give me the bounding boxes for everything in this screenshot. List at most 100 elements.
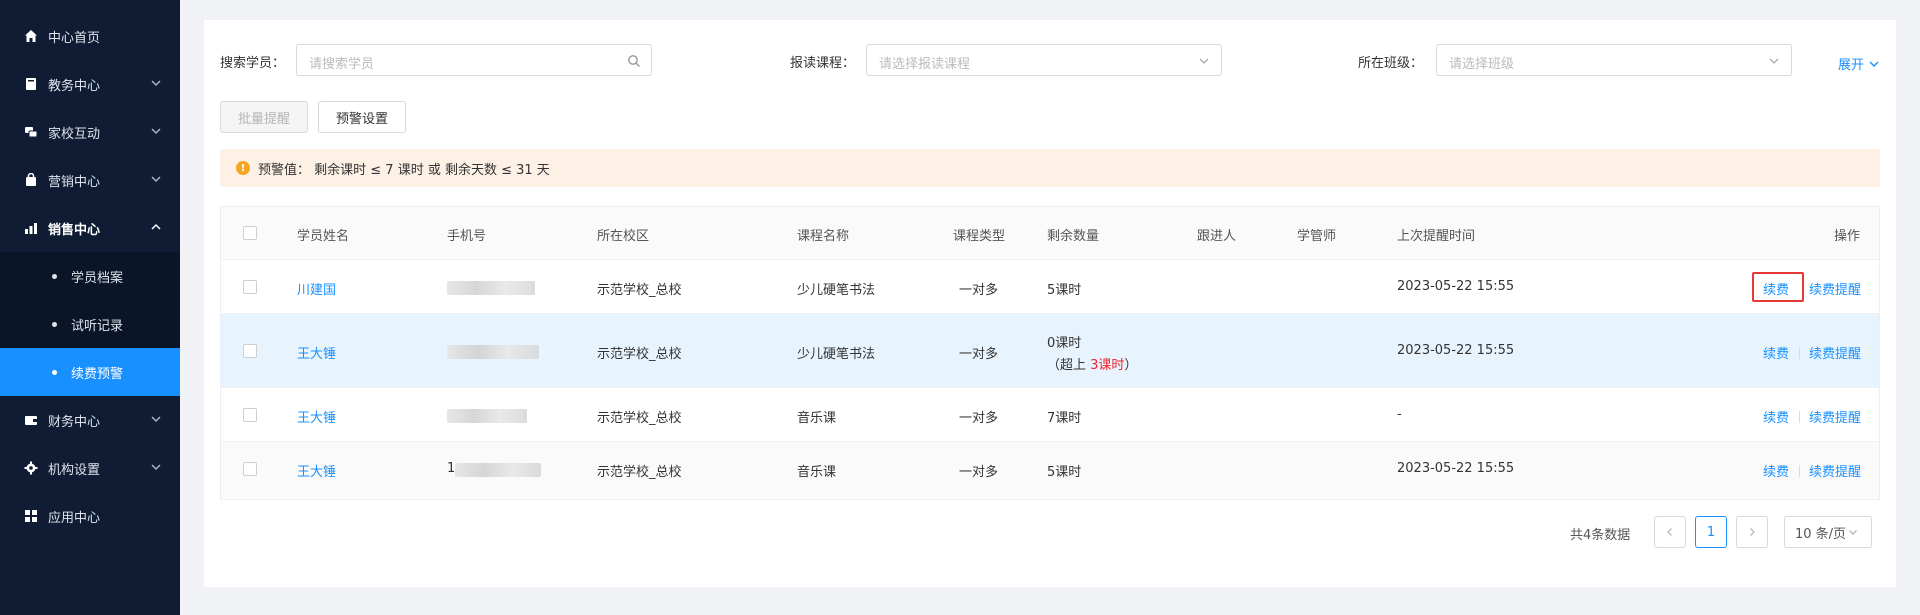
sidebar-item-home[interactable]: 中心首页: [0, 12, 180, 60]
class-select-placeholder: 请选择班级: [1449, 57, 1515, 72]
sidebar-subitem-label: 续费预警: [71, 366, 124, 382]
chevron-right-icon: [1750, 528, 1755, 536]
home-icon: [24, 29, 38, 43]
shopping-bag-icon: [24, 173, 38, 187]
course-select[interactable]: 请选择报读课程: [866, 44, 1222, 76]
campus-value: 示范学校_总校: [597, 465, 682, 480]
header-type: 课程类型: [953, 229, 1006, 244]
main-panel: 搜索学员： 请搜索学员 报读课程： 请选择报读课程 所在班级： 请选择班级 展开…: [204, 20, 1896, 587]
header-remaining: 剩余数量: [1047, 229, 1100, 244]
wallet-icon: [24, 413, 38, 427]
student-search-placeholder: 请搜索学员: [309, 57, 375, 72]
sidebar-item-org-settings[interactable]: 机构设置: [0, 444, 180, 492]
sidebar-item-home-school[interactable]: 家校互动: [0, 108, 180, 156]
gear-icon: [24, 461, 38, 475]
row-checkbox[interactable]: [243, 344, 257, 358]
sidebar-item-label: 中心首页: [48, 30, 101, 46]
sidebar-subitem-trial-records[interactable]: 试听记录: [0, 300, 180, 348]
course-select-placeholder: 请选择报读课程: [879, 57, 971, 72]
expand-filters-button[interactable]: 展开: [1838, 54, 1880, 73]
renew-link[interactable]: 续费: [1763, 407, 1789, 426]
student-search-input[interactable]: 请搜索学员: [296, 44, 652, 76]
course-label: 报读课程：: [790, 56, 856, 71]
chevron-down-icon: [1199, 58, 1209, 64]
sidebar-subitem-student-files[interactable]: 学员档案: [0, 252, 180, 300]
chevron-down-icon: [1849, 530, 1857, 535]
page-1-button[interactable]: 1: [1695, 516, 1727, 548]
next-page-button[interactable]: [1736, 516, 1768, 548]
page-size-select[interactable]: 10 条/页: [1784, 516, 1872, 548]
chevron-down-icon: [1869, 61, 1879, 67]
prev-page-button[interactable]: [1654, 516, 1686, 548]
chevron-down-icon: [151, 464, 161, 471]
renew-remind-link[interactable]: 续费提醒: [1809, 343, 1861, 362]
bullet-icon: [52, 321, 57, 327]
chevron-down-icon: [151, 80, 161, 87]
blurred-phone: [447, 281, 535, 295]
sidebar-item-label: 营销中心: [48, 174, 101, 190]
chevron-down-icon: [151, 416, 161, 423]
campus-value: 示范学校_总校: [597, 347, 682, 362]
sidebar-item-apps[interactable]: 应用中心: [0, 492, 180, 540]
warning-icon: !: [236, 161, 250, 175]
student-name-link[interactable]: 川建国: [297, 279, 336, 298]
last-remind-value: 2023-05-22 15:55: [1397, 461, 1515, 476]
table-header: 学员姓名 手机号 所在校区 课程名称 课程类型 剩余数量 跟进人 学管师 上次提…: [221, 207, 1879, 259]
divider: [1799, 465, 1800, 477]
sidebar-item-finance[interactable]: 财务中心: [0, 396, 180, 444]
sidebar-item-label: 应用中心: [48, 510, 101, 526]
divider: [1799, 347, 1800, 359]
campus-value: 示范学校_总校: [597, 411, 682, 426]
last-remind-value: -: [1397, 407, 1402, 422]
student-name-link[interactable]: 王大锤: [297, 343, 336, 362]
header-course: 课程名称: [797, 229, 850, 244]
chat-icon: [24, 125, 38, 139]
class-label: 所在班级：: [1358, 56, 1424, 71]
select-all-checkbox[interactable]: [243, 226, 257, 240]
warning-settings-button[interactable]: 预警设置: [318, 101, 406, 133]
table-row: 王大锤 1 示范学校_总校 音乐课 一对多 5课时 2023-05-22 15:…: [221, 441, 1879, 498]
remaining-value: 5课时: [1047, 465, 1082, 480]
renew-link[interactable]: 续费: [1763, 461, 1789, 480]
divider: [1799, 411, 1800, 423]
sidebar-subitem-label: 学员档案: [71, 270, 124, 286]
student-name-link[interactable]: 王大锤: [297, 461, 336, 480]
renew-remind-link[interactable]: 续费提醒: [1809, 279, 1861, 298]
row-checkbox[interactable]: [243, 280, 257, 294]
renew-link[interactable]: 续费: [1763, 279, 1789, 298]
blurred-phone: [455, 463, 541, 477]
student-name-link[interactable]: 王大锤: [297, 407, 336, 426]
chevron-down-icon: [151, 128, 161, 135]
blurred-phone: [447, 345, 539, 359]
course-value: 少儿硬笔书法: [797, 347, 876, 362]
remaining-value: 0课时: [1047, 336, 1082, 351]
warning-alert: ! 预警值： 剩余课时 ≤ 7 课时 或 剩余天数 ≤ 31 天: [220, 149, 1880, 187]
sidebar-subitem-renewal-warning[interactable]: 续费预警: [0, 348, 180, 396]
renew-remind-link[interactable]: 续费提醒: [1809, 461, 1861, 480]
header-manager: 学管师: [1297, 229, 1337, 244]
renew-link[interactable]: 续费: [1763, 343, 1789, 362]
sidebar-item-academic[interactable]: 教务中心: [0, 60, 180, 108]
type-value: 一对多: [959, 465, 999, 480]
course-value: 音乐课: [797, 411, 837, 426]
sidebar-item-label: 教务中心: [48, 78, 101, 94]
campus-value: 示范学校_总校: [597, 283, 682, 298]
batch-remind-button[interactable]: 批量提醒: [220, 101, 308, 133]
sidebar-item-label: 机构设置: [48, 462, 101, 478]
course-value: 音乐课: [797, 465, 837, 480]
search-icon[interactable]: [627, 54, 641, 68]
page-size-value: 10 条/页: [1795, 526, 1847, 542]
pagination-total: 共4条数据: [1570, 528, 1631, 543]
sidebar-item-label: 销售中心: [48, 222, 101, 238]
sidebar-subitem-label: 试听记录: [71, 318, 124, 334]
table-row: 王大锤 示范学校_总校 少儿硬笔书法 一对多 0课时 （超上 3课时） 2023…: [221, 313, 1879, 388]
row-checkbox[interactable]: [243, 462, 257, 476]
sidebar-item-marketing[interactable]: 营销中心: [0, 156, 180, 204]
header-campus: 所在校区: [597, 229, 650, 244]
row-checkbox[interactable]: [243, 408, 257, 422]
grid-icon: [24, 509, 38, 523]
class-select[interactable]: 请选择班级: [1436, 44, 1792, 76]
sidebar-item-sales[interactable]: 销售中心: [0, 204, 180, 252]
renew-remind-link[interactable]: 续费提醒: [1809, 407, 1861, 426]
book-icon: [24, 77, 38, 91]
